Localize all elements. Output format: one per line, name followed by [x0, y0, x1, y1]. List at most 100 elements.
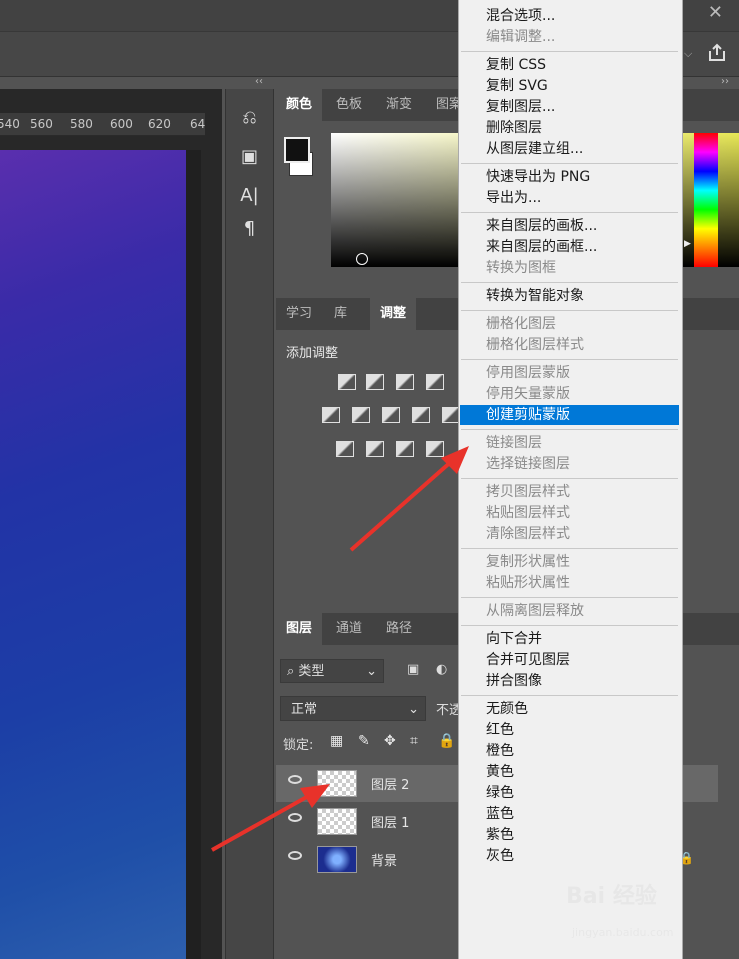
menu-separator [461, 163, 678, 164]
blend-mode-value: 正常 [291, 702, 318, 717]
tab-gradients[interactable]: 渐变 [376, 89, 422, 121]
menu-item[interactable]: 无颜色 [460, 699, 679, 719]
visibility-eye-icon[interactable] [288, 813, 302, 822]
baidu-watermark-url: jingyan.baidu.com [572, 926, 674, 939]
menu-item[interactable]: 删除图层 [460, 118, 679, 138]
menu-item: 粘贴形状属性 [486, 575, 570, 591]
share-icon[interactable] [707, 43, 727, 63]
menu-separator [461, 597, 678, 598]
menu-item[interactable]: 向下合并 [460, 629, 679, 649]
layer-thumbnail[interactable] [317, 770, 357, 797]
menu-item: 从隔离图层释放 [486, 603, 584, 619]
paragraph-icon[interactable]: ¶ [226, 212, 273, 245]
ruler-tick-label: 620 [148, 117, 171, 131]
color-balance-icon[interactable] [352, 407, 370, 423]
layer-filter-select[interactable]: ⌕ 类型 ⌄ [280, 659, 384, 683]
tab-layers[interactable]: 图层 [276, 613, 323, 645]
menu-separator [461, 359, 678, 360]
menu-item[interactable]: 导出为... [460, 188, 679, 208]
menu-item[interactable]: 拼合图像 [460, 671, 679, 691]
posterize-icon[interactable] [366, 441, 384, 457]
hue-saturation-icon[interactable] [322, 407, 340, 423]
hue-slider-handle[interactable]: ▶ [684, 239, 691, 249]
menu-item[interactable]: 蓝色 [460, 804, 679, 824]
layer-name: 图层 2 [371, 778, 410, 793]
tab-color[interactable]: 颜色 [276, 89, 323, 121]
canvas-border [186, 150, 201, 959]
add-adjustment-label: 添加调整 [286, 346, 339, 361]
invert-icon[interactable] [336, 441, 354, 457]
levels-icon[interactable] [366, 374, 384, 390]
history-icon[interactable]: ⎌ [226, 101, 273, 134]
exposure-icon[interactable] [426, 374, 444, 390]
menu-item: 栅格化图层样式 [486, 337, 584, 353]
menu-item[interactable]: 黄色 [460, 762, 679, 782]
menu-item[interactable]: 红色 [460, 720, 679, 740]
layer-thumbnail[interactable] [317, 846, 357, 873]
menu-item: 链接图层 [486, 435, 542, 451]
tab-adjustments[interactable]: 调整 [370, 298, 417, 330]
lock-label: 锁定: [283, 738, 314, 753]
tab-paths[interactable]: 路径 [376, 613, 422, 645]
canvas-image[interactable] [0, 150, 186, 959]
curves-icon[interactable] [396, 374, 414, 390]
menu-item: 栅格化图层 [486, 316, 556, 332]
visibility-eye-icon[interactable] [288, 775, 302, 784]
menu-item: 停用矢量蒙版 [486, 386, 570, 402]
menu-item: 选择链接图层 [486, 456, 570, 472]
menu-item[interactable]: 复制图层... [460, 97, 679, 117]
ruler-tick-label: 540 [0, 117, 20, 131]
3d-cube-icon[interactable]: ▣ [226, 140, 273, 173]
layer-thumbnail[interactable] [317, 808, 357, 835]
menu-separator [461, 695, 678, 696]
menu-item: 清除图层样式 [486, 526, 570, 542]
menu-item[interactable]: 来自图层的画框... [460, 237, 679, 257]
menu-item[interactable]: 从图层建立组... [460, 139, 679, 159]
lock-transparent-pixels-icon[interactable]: ▦ [330, 733, 343, 749]
menu-item[interactable]: 创建剪贴蒙版 [460, 405, 679, 425]
menu-item[interactable]: 转换为智能对象 [460, 286, 679, 306]
visibility-eye-icon[interactable] [288, 851, 302, 860]
black-white-icon[interactable] [382, 407, 400, 423]
chevron-down-icon[interactable]: ⌵ [684, 47, 692, 61]
menu-item[interactable]: 复制 SVG [460, 76, 679, 96]
menu-item[interactable]: 紫色 [460, 825, 679, 845]
ruler-tick-label: 64 [190, 117, 205, 131]
hue-slider[interactable] [694, 133, 718, 267]
lock-image-pixels-icon[interactable]: ✎ [358, 733, 370, 749]
menu-separator [461, 548, 678, 549]
menu-item[interactable]: 橙色 [460, 741, 679, 761]
menu-item[interactable]: 混合选项... [460, 6, 679, 26]
color-picker-cursor[interactable] [356, 253, 368, 265]
tab-channels[interactable]: 通道 [326, 613, 372, 645]
menu-item[interactable]: 快速导出为 PNG [460, 167, 679, 187]
menu-separator [461, 212, 678, 213]
collapse-panels-icon[interactable]: ‹‹ [255, 76, 263, 87]
menu-item[interactable]: 复制 CSS [460, 55, 679, 75]
menu-item[interactable]: 灰色 [460, 846, 679, 866]
lock-position-icon[interactable]: ✥ [384, 733, 396, 749]
menu-item[interactable]: 绿色 [460, 783, 679, 803]
photo-filter-icon[interactable] [412, 407, 430, 423]
adjustment-filter-icon[interactable]: ◐ [436, 662, 447, 677]
brightness-icon[interactable] [338, 374, 356, 390]
expand-panels-icon[interactable]: ›› [721, 76, 729, 87]
layer-name: 图层 1 [371, 816, 410, 831]
blend-mode-select[interactable]: 正常 ⌄ [280, 696, 426, 721]
tab-learn[interactable]: 学习 [276, 298, 322, 330]
tab-libraries[interactable]: 库 [324, 298, 357, 330]
character-icon[interactable]: A| [226, 179, 273, 212]
tab-swatches[interactable]: 色板 [326, 89, 372, 121]
image-filter-icon[interactable]: ▣ [407, 662, 419, 677]
menu-item[interactable]: 来自图层的画板... [460, 216, 679, 236]
gradient-map-icon[interactable] [426, 441, 444, 457]
chevron-down-icon: ⌄ [408, 702, 419, 717]
menu-item: 转换为图框 [486, 260, 556, 276]
lock-all-icon[interactable]: 🔒 [438, 733, 455, 749]
lock-artboard-icon[interactable]: ⌗ [410, 733, 418, 749]
close-icon[interactable]: ✕ [708, 2, 723, 23]
threshold-icon[interactable] [396, 441, 414, 457]
menu-separator [461, 478, 678, 479]
menu-item[interactable]: 合并可见图层 [460, 650, 679, 670]
foreground-color-swatch[interactable] [284, 137, 310, 163]
